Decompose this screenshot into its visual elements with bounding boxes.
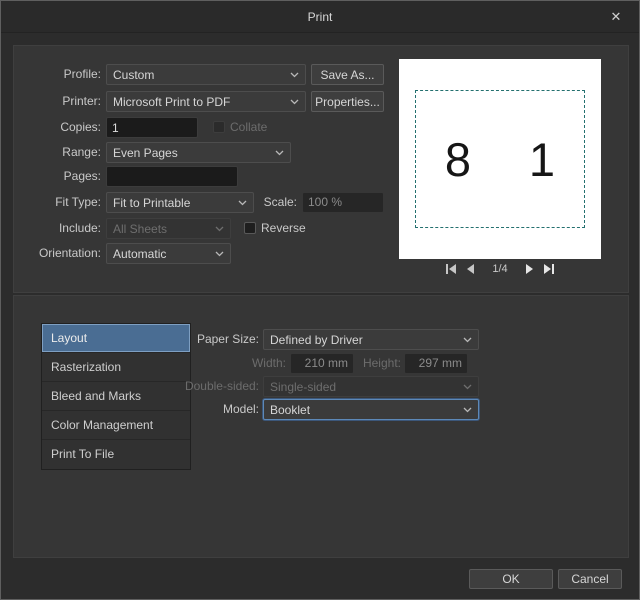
collate-label: Collate bbox=[230, 120, 268, 134]
reverse-label: Reverse bbox=[261, 221, 306, 235]
print-preview: 8 1 bbox=[399, 59, 601, 259]
page-indicator: 1/4 bbox=[492, 263, 508, 275]
height-input: 297 mm bbox=[404, 353, 468, 374]
range-select[interactable]: Even Pages bbox=[106, 142, 291, 163]
double-sided-label: Double-sided: bbox=[184, 379, 259, 393]
close-icon[interactable]: ✕ bbox=[603, 1, 629, 33]
collate-checkbox bbox=[213, 121, 225, 133]
pages-label: Pages: bbox=[63, 169, 101, 183]
chevron-down-icon bbox=[215, 226, 224, 232]
double-sided-value: Single-sided bbox=[270, 379, 337, 394]
last-page-icon[interactable] bbox=[543, 264, 555, 274]
scale-label: Scale: bbox=[263, 195, 297, 209]
orientation-label: Orientation: bbox=[38, 246, 101, 260]
tab-print-to-file[interactable]: Print To File bbox=[42, 440, 190, 469]
properties-button[interactable]: Properties... bbox=[311, 91, 384, 112]
paper-size-value: Defined by Driver bbox=[270, 332, 363, 347]
printer-value: Microsoft Print to PDF bbox=[113, 94, 231, 109]
scale-input: 100 % bbox=[302, 192, 384, 213]
model-select[interactable]: Booklet bbox=[263, 399, 479, 420]
profile-label: Profile: bbox=[63, 67, 101, 81]
range-label: Range: bbox=[62, 145, 101, 159]
preview-navigation: 1/4 bbox=[399, 260, 601, 278]
chevron-down-icon bbox=[463, 384, 472, 390]
include-select: All Sheets bbox=[106, 218, 231, 239]
preview-right-page-number: 1 bbox=[528, 132, 556, 186]
fit-type-label: Fit Type: bbox=[55, 195, 101, 209]
printer-select[interactable]: Microsoft Print to PDF bbox=[106, 91, 306, 112]
orientation-select[interactable]: Automatic bbox=[106, 243, 231, 264]
chevron-down-icon bbox=[215, 251, 224, 257]
chevron-down-icon bbox=[290, 72, 299, 78]
preview-left-page-number: 8 bbox=[444, 132, 472, 186]
first-page-icon[interactable] bbox=[445, 264, 457, 274]
printer-label: Printer: bbox=[62, 94, 101, 108]
width-label: Width: bbox=[251, 356, 286, 370]
chevron-down-icon bbox=[463, 337, 472, 343]
model-label: Model: bbox=[222, 402, 259, 416]
dialog-title: Print bbox=[307, 10, 333, 24]
include-label: Include: bbox=[58, 221, 101, 235]
model-value: Booklet bbox=[270, 402, 311, 417]
double-sided-select: Single-sided bbox=[263, 376, 479, 397]
chevron-down-icon bbox=[275, 150, 284, 156]
include-value: All Sheets bbox=[113, 221, 168, 236]
chevron-down-icon bbox=[463, 407, 472, 413]
chevron-down-icon bbox=[290, 99, 299, 105]
copies-label: Copies: bbox=[60, 120, 101, 134]
pages-input[interactable] bbox=[106, 166, 238, 187]
preview-page-spread: 8 1 bbox=[415, 90, 585, 228]
paper-size-label: Paper Size: bbox=[196, 332, 259, 346]
orientation-value: Automatic bbox=[113, 246, 167, 261]
profile-select[interactable]: Custom bbox=[106, 64, 306, 85]
profile-value: Custom bbox=[113, 67, 155, 82]
previous-page-icon[interactable] bbox=[466, 264, 475, 274]
fit-type-value: Fit to Printable bbox=[113, 195, 191, 210]
paper-size-select[interactable]: Defined by Driver bbox=[263, 329, 479, 350]
height-label: Height: bbox=[362, 356, 401, 370]
range-value: Even Pages bbox=[113, 145, 178, 160]
fit-type-select[interactable]: Fit to Printable bbox=[106, 192, 254, 213]
ok-button[interactable]: OK bbox=[469, 569, 553, 589]
next-page-icon[interactable] bbox=[525, 264, 534, 274]
save-as-button[interactable]: Save As... bbox=[311, 64, 384, 85]
print-dialog: Print ✕ Profile: Custom Save As... Print… bbox=[0, 0, 640, 600]
reverse-checkbox[interactable] bbox=[244, 222, 256, 234]
chevron-down-icon bbox=[238, 200, 247, 206]
width-input: 210 mm bbox=[290, 353, 354, 374]
cancel-button[interactable]: Cancel bbox=[558, 569, 622, 589]
titlebar: Print ✕ bbox=[1, 1, 639, 33]
copies-input[interactable] bbox=[106, 117, 198, 138]
